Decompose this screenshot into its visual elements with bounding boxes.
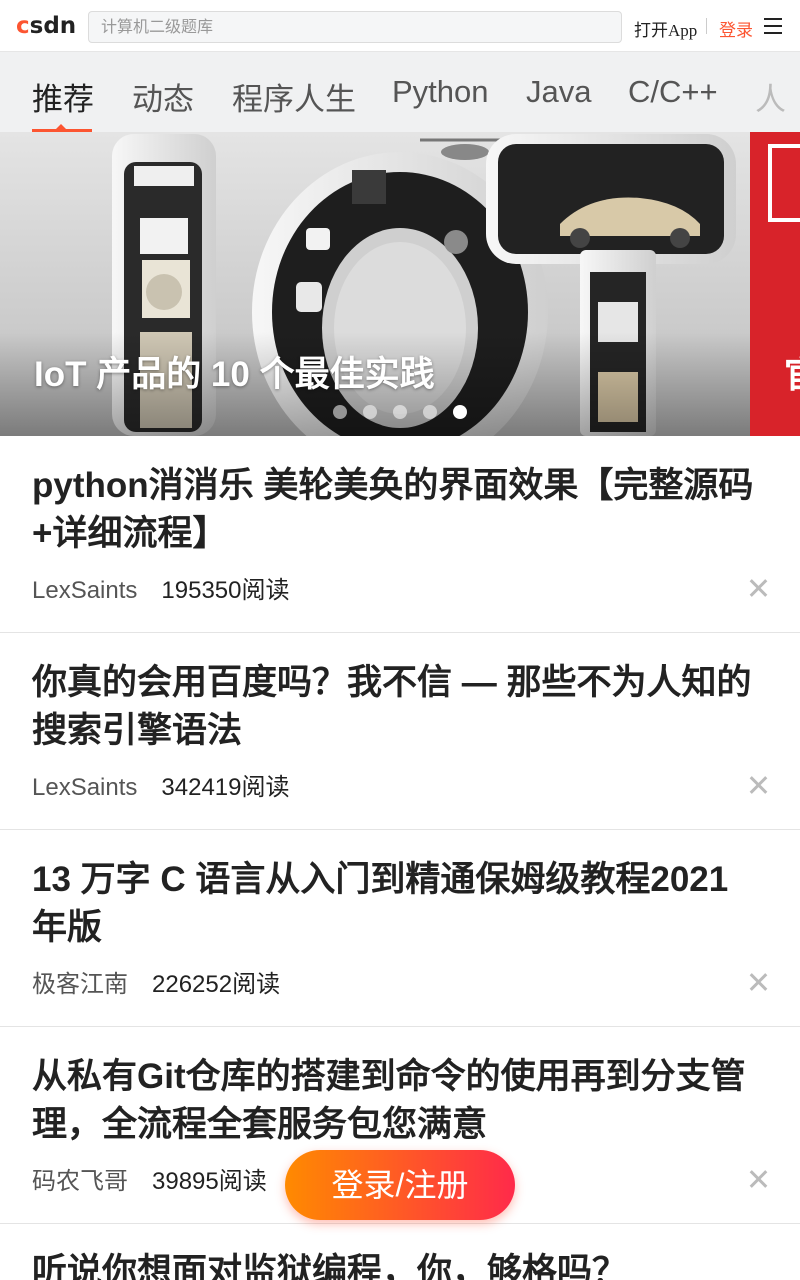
banner-caption[interactable]: IoT 产品的 10 个最佳实践 (34, 346, 435, 397)
article-title[interactable]: python消消乐 美轮美奂的界面效果【完整源码+详细流程】 (32, 462, 772, 558)
dismiss-close-icon[interactable] (746, 576, 770, 600)
category-tabs: 推荐 动态 程序人生 Python Java C/C++ 人 (0, 52, 800, 132)
carousel-dot-active[interactable] (453, 405, 467, 419)
open-app-link[interactable]: 打开App (634, 16, 697, 41)
article-author[interactable]: LexSaints (32, 774, 137, 801)
login-register-button[interactable]: 登录/注册 (285, 1150, 515, 1220)
dismiss-close-icon[interactable] (746, 773, 770, 797)
article-meta: LexSaints 195350阅读 (32, 576, 290, 606)
article-title[interactable]: 13 万字 C 语言从入门到精通保姆级教程2021 年版 (32, 856, 772, 952)
tab-dynamic[interactable]: 动态 (132, 74, 194, 119)
article-card[interactable]: python消消乐 美轮美奂的界面效果【完整源码+详细流程】 LexSaints… (0, 436, 800, 633)
article-card[interactable]: 你真的会用百度吗？我不信 — 那些不为人知的搜索引擎语法 LexSaints 34… (0, 633, 800, 830)
tab-recommend[interactable]: 推荐 (32, 74, 94, 119)
article-author[interactable]: 码农飞哥 (32, 1168, 128, 1195)
banner-carousel[interactable]: IoT 产品的 10 个最佳实践 官 (0, 132, 800, 436)
article-read-count: 342419阅读 (161, 774, 290, 801)
carousel-dot[interactable] (363, 405, 377, 419)
tab-java[interactable]: Java (526, 74, 591, 110)
article-title[interactable]: 从私有Git仓库的搭建到命令的使用再到分支管理，全流程全套服务包您满意 (32, 1053, 772, 1149)
article-meta: 码农飞哥 39895阅读 (32, 1167, 267, 1197)
top-bar: csdn 计算机二级题库 打开App 登录 (0, 0, 800, 52)
slide-logo-badge (768, 144, 800, 222)
article-card[interactable]: 听说你想面对监狱编程，你，够格吗？ (0, 1224, 800, 1280)
banner-slide[interactable]: IoT 产品的 10 个最佳实践 (0, 132, 750, 436)
dismiss-close-icon[interactable] (746, 1167, 770, 1191)
article-title[interactable]: 你真的会用百度吗？我不信 — 那些不为人知的搜索引擎语法 (32, 659, 772, 755)
carousel-dot[interactable] (423, 405, 437, 419)
next-slide-caption: 官 (784, 346, 800, 398)
article-author[interactable]: 极客江南 (32, 971, 128, 998)
divider (706, 18, 707, 34)
carousel-dot[interactable] (393, 405, 407, 419)
article-meta: 极客江南 226252阅读 (32, 970, 280, 1000)
search-input[interactable]: 计算机二级题库 (88, 11, 622, 43)
tab-c-cpp[interactable]: C/C++ (628, 74, 718, 110)
article-author[interactable]: LexSaints (32, 577, 137, 604)
tab-programmer-life[interactable]: 程序人生 (232, 74, 356, 119)
article-read-count: 195350阅读 (161, 577, 290, 604)
csdn-logo[interactable]: csdn (16, 14, 76, 38)
dismiss-close-icon[interactable] (746, 970, 770, 994)
tab-python[interactable]: Python (392, 74, 489, 110)
carousel-dot[interactable] (333, 405, 347, 419)
article-meta: LexSaints 342419阅读 (32, 773, 290, 803)
tab-ai[interactable]: 人 (755, 74, 786, 119)
article-read-count: 39895阅读 (152, 1168, 267, 1195)
hamburger-menu-icon[interactable] (764, 18, 782, 34)
carousel-dots (333, 405, 483, 419)
article-card[interactable]: 13 万字 C 语言从入门到精通保姆级教程2021 年版 极客江南 226252阅… (0, 830, 800, 1027)
login-link[interactable]: 登录 (719, 16, 753, 41)
article-read-count: 226252阅读 (152, 971, 281, 998)
article-title[interactable]: 听说你想面对监狱编程，你，够格吗？ (32, 1248, 772, 1280)
next-banner-slide[interactable]: 官 (750, 132, 800, 436)
